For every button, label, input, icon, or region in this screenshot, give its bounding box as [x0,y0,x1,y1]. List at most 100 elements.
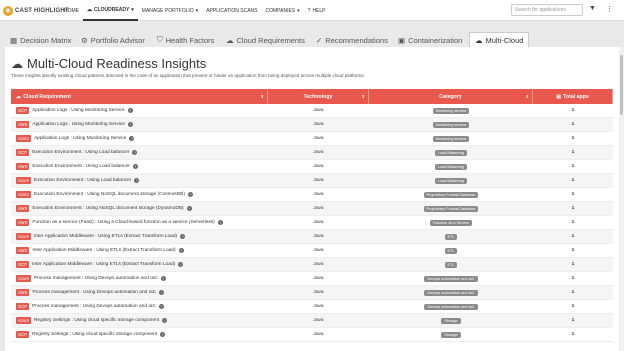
cell-total-apps[interactable]: 1 [533,276,613,281]
cell-total-apps[interactable]: 1 [533,164,613,169]
help-icon[interactable]: ? [158,304,164,309]
nav-help[interactable]: ? HELP [304,0,330,21]
cell-requirement: GCP Execution Environment : Using Load ba… [11,149,268,156]
shield-icon: ⛉ [157,35,163,44]
tab-cloud-requirements[interactable]: ☁ Cloud Requirements [226,33,305,47]
scrollbar-thumb[interactable] [620,55,623,115]
cell-total-apps[interactable]: 1 [533,262,613,267]
search-input[interactable]: Search for applications [511,4,583,16]
requirement-text: Inter Application Middleware : Using ETL… [32,248,176,253]
cloud-icon: ☁ [87,6,92,13]
help-icon[interactable]: ? [178,262,184,267]
page-title-text: Multi-Cloud Readiness Insights [27,56,207,71]
table-row[interactable]: GCP Registry Settings : Using cloud speci… [11,328,613,342]
tab-health-factors[interactable]: ⛉ Health Factors [157,33,214,47]
table-row[interactable]: Azure Inter Application Middleware : Usin… [11,230,613,244]
cell-total-apps[interactable]: 1 [533,136,613,141]
table-row[interactable]: GCP Process management : Using Devops aut… [11,300,613,314]
cell-total-apps[interactable]: 1 [533,150,613,155]
nav-companies[interactable]: COMPANIES ▾ [262,0,304,21]
table-row[interactable]: Azure Execution Environment : Using Load … [11,174,613,188]
cell-requirement: AWS Function as a service (FaaS) : Using … [11,219,268,226]
cell-technology: Java [313,332,324,337]
help-icon[interactable]: ? [160,276,166,281]
provider-badge: AWS [16,289,30,296]
nav-companies-label: COMPANIES [265,7,296,14]
table-row[interactable]: AWS Process management : Using Devops aut… [11,286,613,300]
nav-application-scans[interactable]: APPLICATION SCANS [202,0,261,21]
cell-total-apps[interactable]: 1 [533,304,613,309]
cell-technology: Java [313,108,324,113]
nav-cloudready[interactable]: ☁ CLOUDREADY ▾ [83,0,138,21]
cell-total-apps[interactable]: 1 [533,122,613,127]
requirement-text: Application Logs : Using Monitoring Serv… [33,136,127,141]
main-nav: HOME ☁ CLOUDREADY ▾ MANAGE PORTFOLIO ▾ A… [60,0,330,21]
cell-category: Function as a Service [369,219,533,226]
header-label: Category [439,93,462,100]
provider-badge: Azure [16,177,31,184]
app-logo[interactable]: ◉ CAST HIGHLIGHT [3,4,69,17]
cell-technology: Java [313,304,324,309]
cell-category: Storage [369,317,533,324]
help-icon[interactable]: ? [180,234,186,239]
cell-total-apps[interactable]: 1 [533,332,613,337]
help-icon[interactable]: ? [129,136,135,141]
help-icon[interactable]: ? [132,150,138,155]
help-icon[interactable]: ? [217,220,223,225]
sort-icon[interactable]: ⇕ [261,94,264,99]
table-row[interactable]: GCP Inter Application Middleware : Using … [11,258,613,272]
header-label: Technology [303,93,333,100]
nav-manage-portfolio[interactable]: MANAGE PORTFOLIO ▾ [138,0,202,21]
user-menu-icon[interactable]: ⋮ [606,5,613,13]
sort-icon[interactable]: ⇕ [526,94,529,99]
help-icon[interactable]: ? [134,178,140,183]
column-cloud-requirement[interactable]: ☁ Cloud Requirement ⇕ [11,89,268,104]
table-row[interactable]: Azure Process management : Using Devops a… [11,272,613,286]
scrollbar[interactable] [619,47,624,351]
table-row[interactable]: Azure Application Logs : Using Monitoring… [11,132,613,146]
cell-total-apps[interactable]: 1 [533,234,613,239]
table-row[interactable]: AWS Application Logs : Using Monitoring S… [11,118,613,132]
tab-recommendations[interactable]: ✓ Recommendations [316,33,388,47]
help-icon[interactable]: ? [127,122,133,127]
filter-icon[interactable]: ▼ [589,5,596,12]
column-total-apps[interactable]: ▤ Total apps [533,89,613,104]
help-icon: ? [307,7,311,14]
table-row[interactable]: AWS Execution Environment : Using NoSQL d… [11,202,613,216]
help-icon[interactable]: ? [127,108,133,113]
tab-containerization[interactable]: ▣ Containerization [398,33,462,47]
help-icon[interactable]: ? [187,192,193,197]
sort-icon[interactable]: ⇕ [362,94,365,99]
cell-total-apps[interactable]: 1 [533,192,613,197]
cell-requirement: Azure Application Logs : Using Monitoring… [11,135,268,142]
provider-badge: Azure [16,317,31,324]
cell-technology: Java [313,164,324,169]
tab-portfolio-advisor[interactable]: ⚙ Portfolio Advisor [81,33,145,47]
help-icon[interactable]: ? [159,290,165,295]
cell-total-apps[interactable]: 1 [533,290,613,295]
help-icon[interactable]: ? [186,206,192,211]
tab-multi-cloud[interactable]: ☁ Multi-Cloud [469,32,530,47]
help-icon[interactable]: ? [162,318,168,323]
cell-total-apps[interactable]: 1 [533,108,613,113]
table-row[interactable]: AWS Function as a service (FaaS) : Using … [11,216,613,230]
column-category[interactable]: Category ⇕ [369,89,533,104]
cell-total-apps[interactable]: 1 [533,178,613,183]
table-row[interactable]: Azure Execution Environment : Using NoSQL… [11,188,613,202]
table-row[interactable]: GCP Application Logs : Using Monitoring S… [11,104,613,118]
table-row[interactable]: AWS Execution Environment : Using Load ba… [11,160,613,174]
table-row[interactable]: GCP Execution Environment : Using Load ba… [11,146,613,160]
cell-total-apps[interactable]: 1 [533,206,613,211]
help-icon[interactable]: ? [160,332,166,337]
column-technology[interactable]: Technology ⇕ [268,89,369,104]
nav-home[interactable]: HOME [60,0,83,21]
table-row[interactable]: AWS Inter Application Middleware : Using … [11,244,613,258]
help-icon[interactable]: ? [132,164,138,169]
help-icon[interactable]: ? [178,248,184,253]
requirement-text: Process management : Using Devops automa… [32,304,156,309]
table-row[interactable]: Azure Registry Settings : Using cloud spe… [11,314,613,328]
tab-decision-matrix[interactable]: ▦ Decision Matrix [10,33,71,47]
cell-total-apps[interactable]: 1 [533,248,613,253]
cell-total-apps[interactable]: 1 [533,220,613,225]
cell-total-apps[interactable]: 1 [533,318,613,323]
